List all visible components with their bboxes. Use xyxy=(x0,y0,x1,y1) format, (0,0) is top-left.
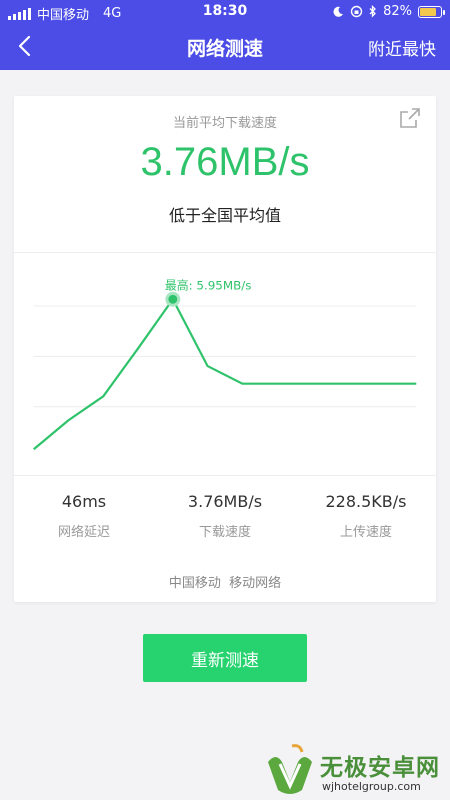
nearby-fastest-button[interactable]: 附近最快 xyxy=(368,35,436,60)
avg-download-label: 当前平均下载速度 xyxy=(172,116,277,131)
current-speed: 3.76MB/s xyxy=(140,140,310,184)
status-bar: 中国移动 4G 18:30 82% xyxy=(0,0,450,24)
nav-bar: 网络测速 附近最快 xyxy=(0,26,450,66)
bluetooth-icon xyxy=(369,5,377,18)
peak-point xyxy=(165,291,181,307)
watermark-title: 无极安卓网 xyxy=(320,755,440,781)
share-icon[interactable] xyxy=(398,106,422,130)
battery-icon xyxy=(418,5,445,18)
rotation-lock-icon xyxy=(350,5,363,18)
battery-percent: 82% xyxy=(383,4,412,19)
app-header: 中国移动 4G 18:30 82% 网络测速 附近最快 xyxy=(0,0,450,70)
download-label: 下载速度 xyxy=(198,525,251,540)
speed-comparison: 低于全国平均值 xyxy=(168,206,281,225)
carrier-info: 中国移动 移动网络 xyxy=(168,576,282,591)
watermark-url: wjhotelgroup.com xyxy=(322,780,421,793)
status-right: 82% xyxy=(332,4,445,19)
watermark-logo-icon xyxy=(268,744,312,794)
stats-row: 46ms 网络延迟 3.76MB/s 下载速度 228.5KB/s 上传速度 xyxy=(14,492,436,548)
watermark: 无极安卓网 wjhotelgroup.com xyxy=(262,740,450,800)
speed-chart: 最高: 5.95MB/s xyxy=(14,252,436,476)
latency-value: 46ms xyxy=(61,492,107,511)
stat-download: 3.76MB/s 下载速度 xyxy=(155,492,295,540)
stat-latency: 46ms 网络延迟 xyxy=(14,492,154,540)
retest-button[interactable]: 重新测速 xyxy=(143,634,307,682)
latency-label: 网络延迟 xyxy=(57,525,110,540)
upload-label: 上传速度 xyxy=(339,525,392,540)
speed-series-line xyxy=(33,298,417,451)
stat-upload: 228.5KB/s 上传速度 xyxy=(296,492,436,540)
moon-icon xyxy=(333,6,344,17)
result-card: 当前平均下载速度 3.76MB/s 低于全国平均值 最高: 5.95MB/s 4… xyxy=(14,96,436,602)
upload-value: 228.5KB/s xyxy=(325,492,407,511)
peak-label: 最高: 5.95MB/s xyxy=(165,278,252,292)
download-value: 3.76MB/s xyxy=(187,492,263,511)
